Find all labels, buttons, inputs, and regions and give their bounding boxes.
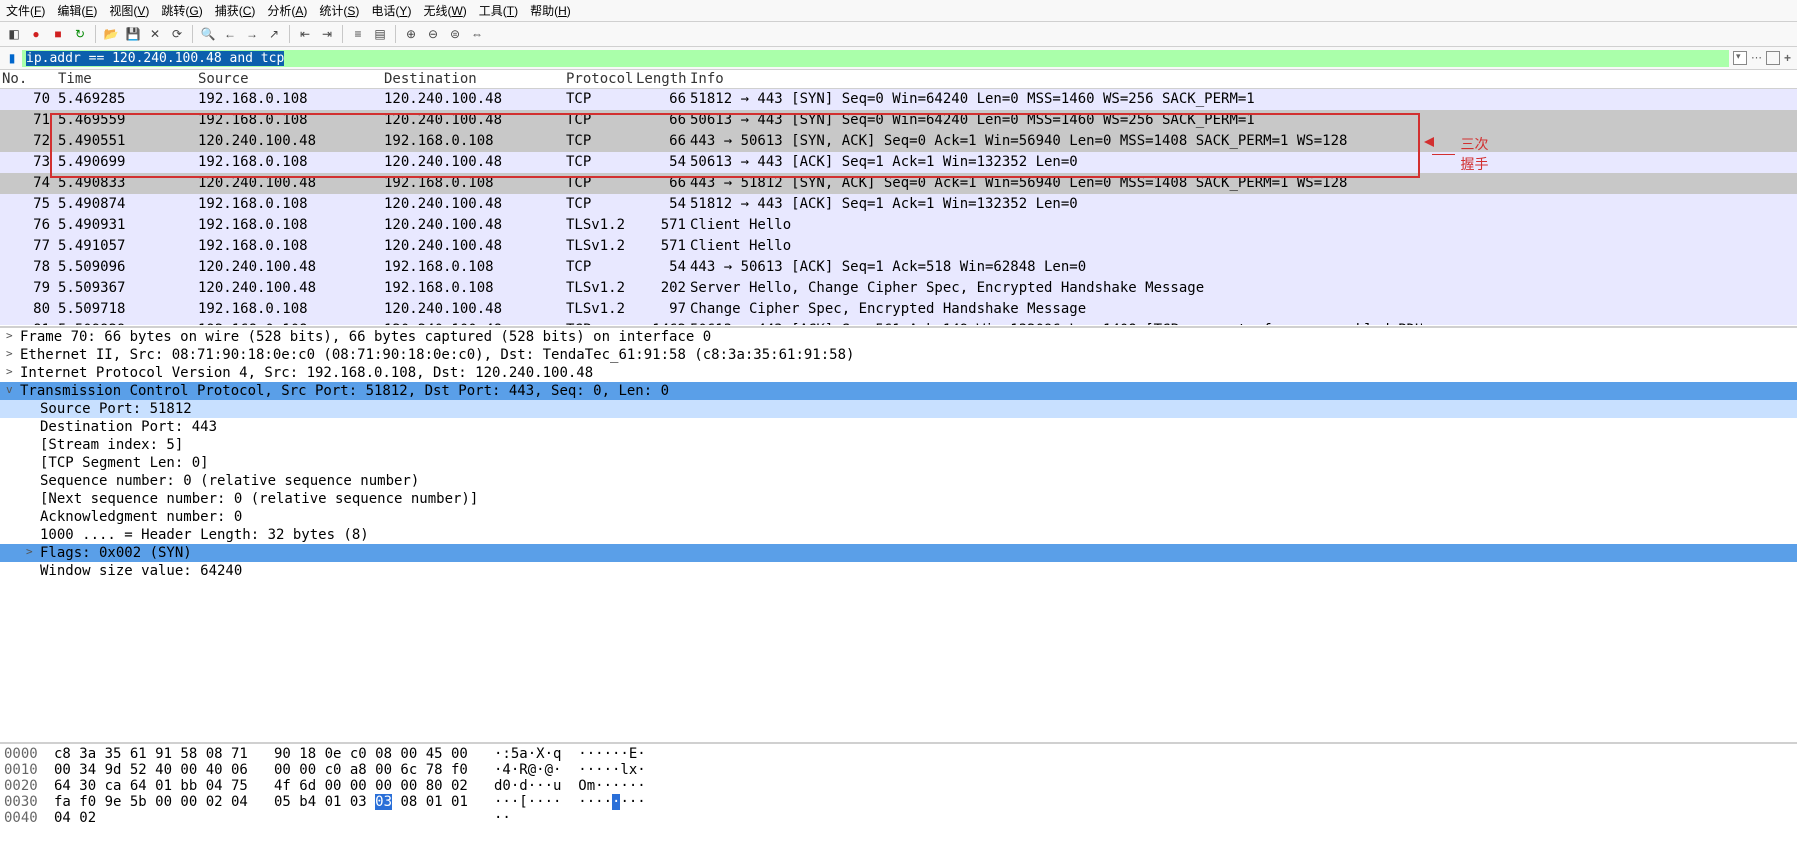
menu-w[interactable]: 无线(W) [423, 2, 466, 19]
menu-g[interactable]: 跳转(G) [161, 2, 202, 19]
menu-c[interactable]: 捕获(C) [215, 2, 256, 19]
reload-icon[interactable]: ⟳ [167, 24, 187, 44]
col-info[interactable]: Info [688, 71, 1422, 87]
packet-row[interactable]: 745.490833120.240.100.48192.168.0.108TCP… [0, 173, 1797, 194]
hex-row[interactable]: 0030fa f0 9e 5b 00 00 02 0405 b4 01 03 0… [4, 794, 1793, 810]
colorize-icon[interactable]: ▤ [370, 24, 390, 44]
stop-icon[interactable]: ■ [48, 24, 68, 44]
packet-list-header: No. Time Source Destination Protocol Len… [0, 70, 1797, 89]
col-destination[interactable]: Destination [382, 71, 564, 87]
packet-row[interactable]: 735.490699192.168.0.108120.240.100.48TCP… [0, 152, 1797, 173]
menu-v[interactable]: 视图(V) [109, 2, 149, 19]
packet-row[interactable]: 795.509367120.240.100.48192.168.0.108TLS… [0, 278, 1797, 299]
packet-row[interactable]: 725.490551120.240.100.48192.168.0.108TCP… [0, 131, 1797, 152]
detail-line[interactable]: [TCP Segment Len: 0] [0, 454, 1797, 472]
prev-icon[interactable]: ← [220, 24, 240, 44]
zoom-reset-icon[interactable]: ⊜ [445, 24, 465, 44]
detail-line[interactable]: Source Port: 51812 [0, 400, 1797, 418]
first-icon[interactable]: ⇤ [295, 24, 315, 44]
detail-line[interactable]: Destination Port: 443 [0, 418, 1797, 436]
packet-row[interactable]: 705.469285192.168.0.108120.240.100.48TCP… [0, 89, 1797, 110]
menu-e[interactable]: 编辑(E) [57, 2, 97, 19]
interfaces-icon[interactable]: ◧ [4, 24, 24, 44]
packet-row[interactable]: 775.491057192.168.0.108120.240.100.48TLS… [0, 236, 1797, 257]
next-icon[interactable]: → [242, 24, 262, 44]
hex-row[interactable]: 002064 30 ca 64 01 bb 04 754f 6d 00 00 0… [4, 778, 1793, 794]
packet-row[interactable]: 755.490874192.168.0.108120.240.100.48TCP… [0, 194, 1797, 215]
start-icon[interactable]: ● [26, 24, 46, 44]
col-no[interactable]: No. [0, 71, 56, 87]
zoom-out-icon[interactable]: ⊖ [423, 24, 443, 44]
restart-icon[interactable]: ↻ [70, 24, 90, 44]
hex-row[interactable]: 001000 34 9d 52 40 00 40 0600 00 c0 a8 0… [4, 762, 1793, 778]
detail-line[interactable]: 1000 .... = Header Length: 32 bytes (8) [0, 526, 1797, 544]
save-icon[interactable]: 💾 [123, 24, 143, 44]
close-icon[interactable]: ✕ [145, 24, 165, 44]
packet-bytes-pane: 0000c8 3a 35 61 91 58 08 7190 18 0e c0 0… [0, 744, 1797, 856]
bookmark-icon[interactable]: ▮ [2, 48, 22, 68]
autoscroll-icon[interactable]: ≡ [348, 24, 368, 44]
detail-line[interactable]: Ethernet II, Src: 08:71:90:18:0e:c0 (08:… [0, 346, 1797, 364]
detail-line[interactable]: [Stream index: 5] [0, 436, 1797, 454]
menu-t[interactable]: 工具(T) [479, 2, 518, 19]
menu-s[interactable]: 统计(S) [319, 2, 359, 19]
col-protocol[interactable]: Protocol [564, 71, 634, 87]
packet-row[interactable]: 765.490931192.168.0.108120.240.100.48TLS… [0, 215, 1797, 236]
find-icon[interactable]: 🔍 [198, 24, 218, 44]
packet-row[interactable]: 815.509929192.168.0.108120.240.100.48TCP… [0, 320, 1797, 325]
menu-a[interactable]: 分析(A) [267, 2, 307, 19]
filter-apply-icon[interactable] [1766, 51, 1780, 65]
packet-row[interactable]: 805.509718192.168.0.108120.240.100.48TLS… [0, 299, 1797, 320]
expression-button[interactable]: ⋯ [1751, 51, 1762, 65]
col-source[interactable]: Source [196, 71, 382, 87]
detail-line[interactable]: Transmission Control Protocol, Src Port:… [0, 382, 1797, 400]
detail-line[interactable]: Flags: 0x002 (SYN) [0, 544, 1797, 562]
detail-line[interactable]: Window size value: 64240 [0, 562, 1797, 580]
detail-line[interactable]: Sequence number: 0 (relative sequence nu… [0, 472, 1797, 490]
packet-row[interactable]: 715.469559192.168.0.108120.240.100.48TCP… [0, 110, 1797, 131]
open-icon[interactable]: 📂 [101, 24, 121, 44]
detail-line[interactable]: [Next sequence number: 0 (relative seque… [0, 490, 1797, 508]
col-time[interactable]: Time [56, 71, 196, 87]
last-icon[interactable]: ⇥ [317, 24, 337, 44]
packet-list-pane: No. Time Source Destination Protocol Len… [0, 70, 1797, 328]
filter-add-icon[interactable]: + [1784, 51, 1791, 65]
detail-line[interactable]: Frame 70: 66 bytes on wire (528 bits), 6… [0, 328, 1797, 346]
hex-row[interactable]: 004004 02·· [4, 810, 1793, 826]
display-filter-bar: ▮ ip.addr == 120.240.100.48 and tcp ▾ ⋯ … [0, 47, 1797, 70]
packet-row[interactable]: 785.509096120.240.100.48192.168.0.108TCP… [0, 257, 1797, 278]
menu-h[interactable]: 帮助(H) [530, 2, 571, 19]
zoom-in-icon[interactable]: ⊕ [401, 24, 421, 44]
menubar: 文件(F) 编辑(E) 视图(V) 跳转(G) 捕获(C) 分析(A) 统计(S) 电话(Y)… [0, 0, 1797, 22]
menu-f[interactable]: 文件(F) [6, 2, 45, 19]
detail-line[interactable]: Internet Protocol Version 4, Src: 192.16… [0, 364, 1797, 382]
menu-y[interactable]: 电话(Y) [371, 2, 411, 19]
toolbar: ◧●■↻ 📂💾✕⟳ 🔍←→↗ ⇤⇥ ≡▤ ⊕⊖⊜⇔ [0, 22, 1797, 47]
resize-cols-icon[interactable]: ⇔ [467, 24, 487, 44]
goto-icon[interactable]: ↗ [264, 24, 284, 44]
display-filter-input[interactable]: ip.addr == 120.240.100.48 and tcp [22, 50, 1729, 67]
col-length[interactable]: Length [634, 71, 688, 87]
detail-line[interactable]: Acknowledgment number: 0 [0, 508, 1797, 526]
packet-details-pane: Frame 70: 66 bytes on wire (528 bits), 6… [0, 328, 1797, 744]
filter-dropdown-icon[interactable]: ▾ [1733, 51, 1747, 65]
hex-row[interactable]: 0000c8 3a 35 61 91 58 08 7190 18 0e c0 0… [4, 746, 1793, 762]
